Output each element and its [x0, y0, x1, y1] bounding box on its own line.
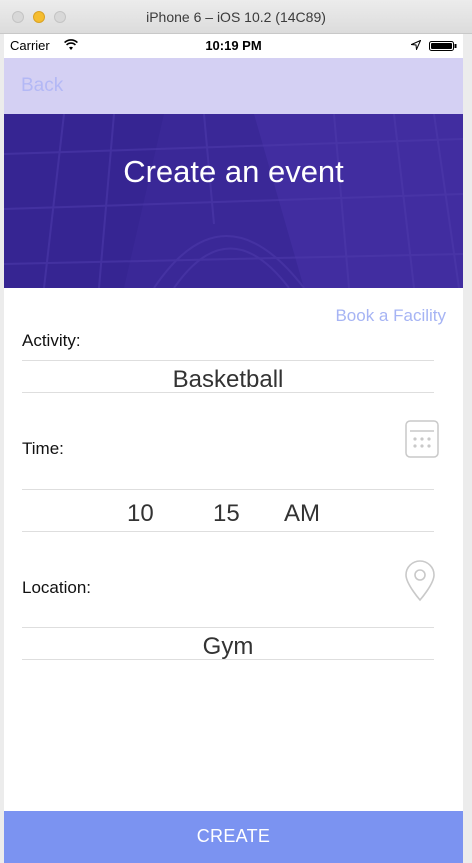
location-arrow-icon [411, 40, 421, 50]
time-label: Time: [22, 439, 64, 458]
activity-label: Activity: [22, 331, 81, 350]
event-form: Book a Facility Activity: Basketball Tim… [4, 288, 463, 811]
building-background-image [4, 114, 463, 288]
window-title: iPhone 6 – iOS 10.2 (14C89) [146, 9, 326, 25]
location-label: Location: [22, 578, 91, 597]
create-button[interactable]: CREATE [4, 811, 463, 863]
map-pin-icon[interactable] [403, 560, 437, 602]
status-bar: Carrier 10:19 PM [4, 34, 463, 58]
calendar-icon[interactable] [405, 420, 439, 458]
page-title: Create an event [123, 154, 344, 189]
navigation-bar: Back [4, 58, 463, 114]
phone-screen: Carrier 10:19 PM Back Create an event Bo… [4, 34, 463, 863]
window-titlebar: iPhone 6 – iOS 10.2 (14C89) [0, 0, 472, 34]
activity-value[interactable]: Basketball [22, 366, 434, 394]
divider [22, 489, 434, 490]
book-facility-link[interactable]: Book a Facility [335, 306, 446, 326]
time-period[interactable]: AM [284, 500, 320, 528]
time-hour[interactable]: 10 [127, 500, 154, 528]
location-value[interactable]: Gym [22, 633, 434, 661]
divider [22, 360, 434, 361]
hero-banner: Create an event [4, 114, 463, 288]
simulator-window: iPhone 6 – iOS 10.2 (14C89) Carrier 10:1… [0, 0, 472, 863]
battery-icon [429, 41, 457, 51]
status-time: 10:19 PM [205, 38, 262, 53]
time-minute[interactable]: 15 [213, 500, 240, 528]
divider [22, 392, 434, 393]
divider [22, 627, 434, 628]
divider [22, 659, 434, 660]
back-button[interactable]: Back [21, 75, 63, 97]
window-edge [463, 34, 472, 863]
divider [22, 531, 434, 532]
